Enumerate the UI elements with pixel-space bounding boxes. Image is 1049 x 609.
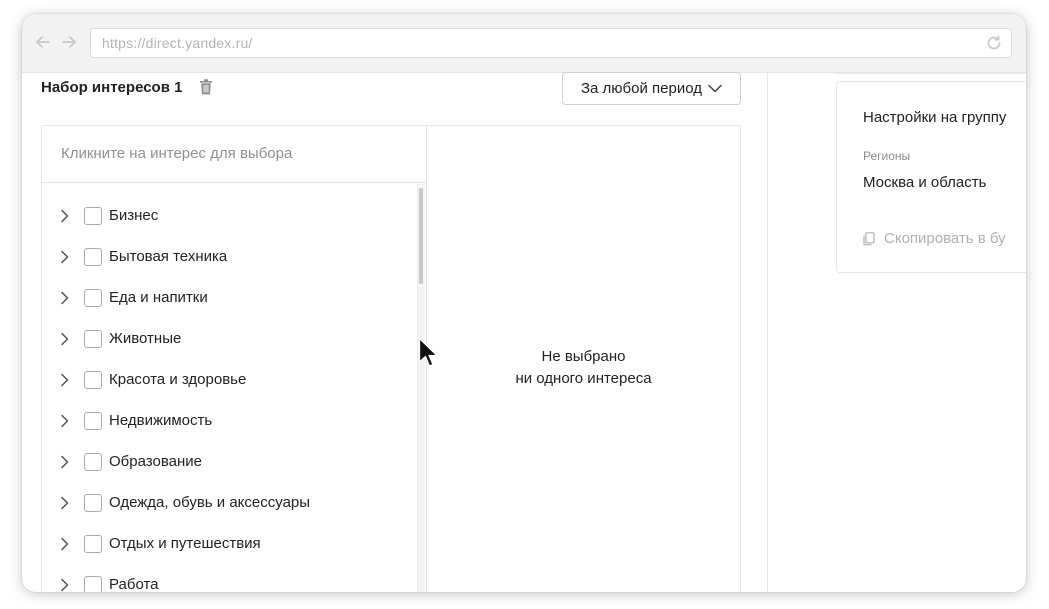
- reload-icon[interactable]: [985, 34, 1003, 52]
- period-dropdown-label: За любой период: [580, 80, 702, 97]
- empty-message-line-2: ни одного интереса: [515, 370, 652, 387]
- interest-tree-item[interactable]: Бытовая техника: [42, 236, 412, 277]
- group-settings-title: Настройки на группу: [863, 109, 1007, 126]
- interest-label: Еда и напитки: [109, 289, 208, 306]
- browser-window: https://direct.yandex.ru/ Набор интересо…: [22, 14, 1026, 592]
- interest-checkbox[interactable]: [84, 206, 102, 225]
- interest-checkbox[interactable]: [84, 534, 102, 553]
- interest-tree-item[interactable]: Отдых и путешествия: [42, 523, 412, 564]
- interest-set-title: Набор интересов 1: [41, 79, 183, 96]
- copy-button-label: Скопировать в бу: [884, 230, 1006, 247]
- interest-checkbox[interactable]: [84, 247, 102, 266]
- interest-search[interactable]: Кликните на интерес для выбора: [42, 126, 426, 183]
- empty-message-line-1: Не выбрано: [541, 348, 626, 365]
- chevron-right-icon[interactable]: [60, 455, 70, 469]
- chevron-right-icon[interactable]: [60, 578, 70, 592]
- interest-label: Одежда, обувь и аксессуары: [109, 494, 311, 511]
- chevron-right-icon[interactable]: [60, 291, 70, 305]
- empty-selection-message: Не выбрано ни одного интереса: [427, 346, 740, 390]
- regions-label: Регионы: [863, 149, 911, 163]
- interest-checkbox[interactable]: [84, 288, 102, 307]
- interest-picker: Кликните на интерес для выбора Бизнес Быт…: [41, 125, 741, 592]
- period-dropdown[interactable]: За любой период: [562, 72, 741, 105]
- interest-tree-item[interactable]: Еда и напитки: [42, 277, 412, 318]
- copy-icon: [863, 231, 875, 245]
- chevron-right-icon[interactable]: [60, 496, 70, 510]
- copy-button[interactable]: Скопировать в бу: [863, 230, 1006, 247]
- interest-tree-item[interactable]: Работа: [42, 564, 412, 592]
- interest-tree-item[interactable]: Животные: [42, 318, 412, 359]
- card-divider: [836, 73, 1026, 74]
- interest-label: Красота и здоровье: [109, 371, 247, 388]
- chevron-right-icon[interactable]: [60, 332, 70, 346]
- interest-checkbox[interactable]: [84, 411, 102, 430]
- interest-checkbox[interactable]: [84, 370, 102, 389]
- url-text: https://direct.yandex.ru/: [102, 35, 253, 51]
- chevron-right-icon[interactable]: [60, 414, 70, 428]
- trash-icon[interactable]: [199, 79, 213, 95]
- chevron-right-icon[interactable]: [60, 373, 70, 387]
- column-divider: [767, 73, 768, 592]
- interest-search-placeholder: Кликните на интерес для выбора: [61, 145, 293, 162]
- arrow-left-icon[interactable]: [34, 33, 52, 51]
- interest-label: Образование: [109, 453, 202, 470]
- interest-tree: Бизнес Бытовая техника Еда и напитки Животн…: [42, 184, 427, 592]
- interest-tree-item[interactable]: Красота и здоровье: [42, 359, 412, 400]
- interest-label: Бытовая техника: [109, 248, 228, 265]
- browser-toolbar: https://direct.yandex.ru/: [22, 14, 1026, 72]
- regions-value[interactable]: Москва и область: [863, 174, 986, 191]
- interest-label: Недвижимость: [109, 412, 213, 429]
- scrollbar-thumb[interactable]: [419, 188, 423, 284]
- interest-tree-item[interactable]: Бизнес: [42, 195, 412, 236]
- interest-tree-item[interactable]: Одежда, обувь и аксессуары: [42, 482, 412, 523]
- chevron-right-icon[interactable]: [60, 537, 70, 551]
- arrow-right-icon[interactable]: [60, 33, 78, 51]
- interest-checkbox[interactable]: [84, 452, 102, 471]
- interest-checkbox[interactable]: [84, 575, 102, 592]
- interest-label: Животные: [109, 330, 182, 347]
- address-bar[interactable]: https://direct.yandex.ru/: [90, 28, 1012, 58]
- selected-interests-pane: Не выбрано ни одного интереса: [427, 126, 740, 592]
- mouse-pointer-icon: [418, 337, 438, 367]
- interest-tree-item[interactable]: Недвижимость: [42, 400, 412, 441]
- group-settings-card: Настройки на группу Регионы Москва и обл…: [836, 81, 1026, 273]
- interest-tree-item[interactable]: Образование: [42, 441, 412, 482]
- chevron-down-icon: [708, 84, 722, 93]
- chevron-right-icon[interactable]: [60, 209, 70, 223]
- interest-list-pane: Кликните на интерес для выбора Бизнес Быт…: [42, 126, 427, 592]
- chevron-right-icon[interactable]: [60, 250, 70, 264]
- interest-label: Отдых и путешествия: [109, 535, 261, 552]
- interest-label: Работа: [109, 576, 159, 592]
- interest-checkbox[interactable]: [84, 329, 102, 348]
- interest-label: Бизнес: [109, 207, 159, 224]
- interest-checkbox[interactable]: [84, 493, 102, 512]
- page-content: Набор интересов 1 За любой период Кликни…: [22, 72, 1026, 592]
